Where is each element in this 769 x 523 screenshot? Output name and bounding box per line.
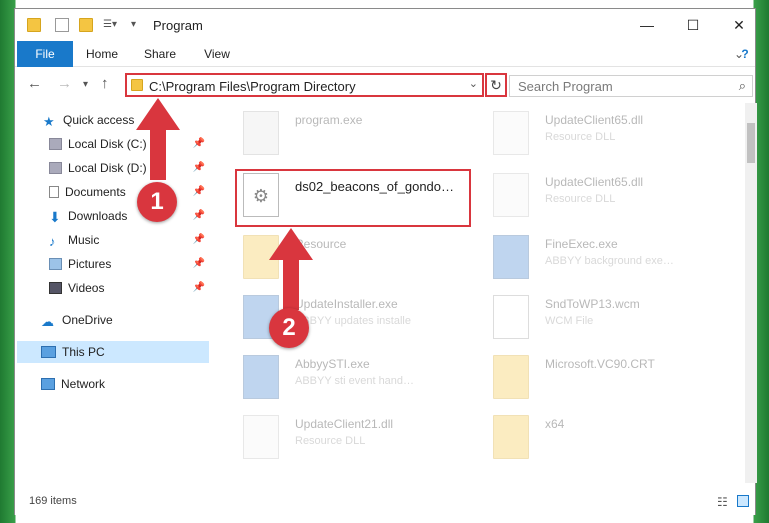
sidebar-item-videos[interactable]: Videos 📌 — [49, 277, 209, 299]
folder-icon — [493, 355, 529, 399]
step-badge-2: 2 — [269, 308, 309, 348]
pin-icon[interactable]: 📌 — [193, 277, 205, 299]
list-item[interactable]: Microsoft.VC90.CRT — [487, 349, 727, 409]
vertical-scrollbar[interactable] — [745, 103, 757, 483]
search-box[interactable]: Search Program ⌕ — [509, 75, 753, 97]
list-item[interactable]: SndToWP13.wcm WCM File — [487, 289, 727, 349]
window-title: Program — [153, 18, 203, 33]
blank-file-icon — [493, 295, 529, 339]
status-bar: 169 items ☷ — [15, 489, 755, 515]
document-icon — [49, 186, 59, 198]
exe-icon — [243, 111, 279, 155]
view-options-icon[interactable]: ☰▾ — [103, 18, 119, 32]
up-arrow-icon[interactable]: ↑ — [101, 75, 109, 92]
cloud-icon: ☁ — [41, 314, 54, 329]
network-icon — [41, 378, 55, 390]
tab-view[interactable]: View — [199, 41, 235, 67]
help-icon[interactable]: ? — [737, 41, 753, 67]
music-note-icon: ♪ — [49, 234, 56, 249]
search-icon: ⌕ — [738, 78, 746, 93]
list-item[interactable]: x64 — [487, 409, 727, 469]
dll-gear-icon — [493, 111, 529, 155]
pin-icon[interactable]: 📌 — [193, 253, 205, 275]
list-item[interactable]: UpdateClient65.dll Resource DLL — [487, 167, 727, 227]
details-view-icon[interactable]: ☷ — [717, 495, 728, 509]
navigation-bar: ← → ▾ ↑ C:\Program Files\Program Directo… — [15, 67, 755, 101]
step-badge-1: 1 — [137, 182, 177, 222]
scrollbar-thumb[interactable] — [747, 123, 755, 163]
tab-home[interactable]: Home — [81, 41, 123, 67]
sidebar-item-documents[interactable]: Documents 📌 — [49, 181, 209, 203]
search-input[interactable]: Search Program — [518, 79, 613, 94]
tab-share[interactable]: Share — [139, 41, 181, 67]
sidebar-item-pictures[interactable]: Pictures 📌 — [49, 253, 209, 275]
refresh-icon[interactable]: ↻ — [485, 73, 507, 97]
download-arrow-icon: ⬇ — [49, 209, 61, 225]
sidebar-item-music[interactable]: ♪ Music 📌 — [49, 229, 209, 251]
address-bar[interactable]: C:\Program Files\Program Directory ⌄ — [125, 73, 484, 97]
pin-icon[interactable]: 📌 — [193, 229, 205, 251]
large-icons-view-icon[interactable] — [737, 495, 749, 507]
title-bar: ☰▾ ▾ Program — ☐ ✕ — [15, 9, 755, 41]
list-item[interactable]: UpdateClient21.dll Resource DLL — [237, 409, 457, 469]
properties-icon[interactable] — [55, 18, 69, 32]
star-icon: ★ — [43, 114, 55, 129]
sidebar-item-onedrive[interactable]: ☁ OneDrive — [41, 309, 209, 331]
sidebar-item-this-pc[interactable]: This PC — [41, 341, 209, 363]
file-list: program.exe ⚙ ds02_beacons_of_gondo… Res… — [213, 101, 743, 485]
dll-gear-icon — [243, 415, 279, 459]
address-dropdown-icon[interactable]: ⌄ — [469, 77, 478, 90]
sidebar-item-downloads[interactable]: ⬇ Downloads 📌 — [49, 205, 209, 227]
list-item[interactable]: AbbyySTI.exe ABBYY sti event hand… — [237, 349, 457, 409]
pin-icon[interactable]: 📌 — [193, 157, 205, 179]
forward-arrow-icon[interactable]: → — [57, 75, 72, 92]
sidebar-item-quick-access[interactable]: ★ Quick access — [43, 109, 209, 131]
list-item[interactable]: UpdateClient65.dll Resource DLL — [487, 105, 727, 165]
app-window-icon — [243, 355, 279, 399]
list-item[interactable]: program.exe — [237, 105, 457, 165]
drive-icon — [49, 162, 62, 174]
list-item[interactable]: Resource — [237, 229, 457, 289]
list-item[interactable]: FineExec.exe ABBYY background exe… — [487, 229, 727, 289]
address-folder-icon — [131, 79, 143, 91]
sidebar-item-local-disk-c[interactable]: Local Disk (C:) 📌 — [49, 133, 209, 155]
sidebar-item-local-disk-d[interactable]: Local Disk (D:) 📌 — [49, 157, 209, 179]
explorer-window: ☰▾ ▾ Program — ☐ ✕ File Home Share View … — [14, 8, 757, 515]
maximize-button[interactable]: ☐ — [671, 13, 715, 37]
new-folder-icon[interactable] — [79, 18, 93, 32]
highlight-box — [235, 169, 471, 227]
item-count: 169 items — [29, 495, 77, 507]
navigation-pane: ★ Quick access Local Disk (C:) 📌 Local Dis… — [15, 103, 211, 483]
computer-icon — [41, 346, 56, 358]
recent-locations-icon[interactable]: ▾ — [83, 79, 88, 90]
folder-icon — [493, 415, 529, 459]
folder-icon — [27, 18, 41, 32]
sidebar-item-network[interactable]: Network — [41, 373, 209, 395]
close-button[interactable]: ✕ — [717, 13, 761, 37]
pin-icon[interactable]: 📌 — [193, 205, 205, 227]
film-icon — [49, 282, 62, 294]
picture-icon — [49, 258, 62, 270]
customize-toolbar-icon[interactable]: ▾ — [131, 18, 145, 32]
app-window-icon — [493, 235, 529, 279]
back-arrow-icon[interactable]: ← — [27, 75, 42, 92]
address-path[interactable]: C:\Program Files\Program Directory — [149, 79, 356, 94]
pin-icon[interactable]: 📌 — [193, 181, 205, 203]
minimize-button[interactable]: — — [625, 13, 669, 37]
drive-icon — [49, 138, 62, 150]
ribbon: File Home Share View ⌄ ? — [15, 41, 755, 101]
dll-gear-icon — [493, 173, 529, 217]
folder-icon — [243, 235, 279, 279]
pin-icon[interactable]: 📌 — [193, 133, 205, 155]
